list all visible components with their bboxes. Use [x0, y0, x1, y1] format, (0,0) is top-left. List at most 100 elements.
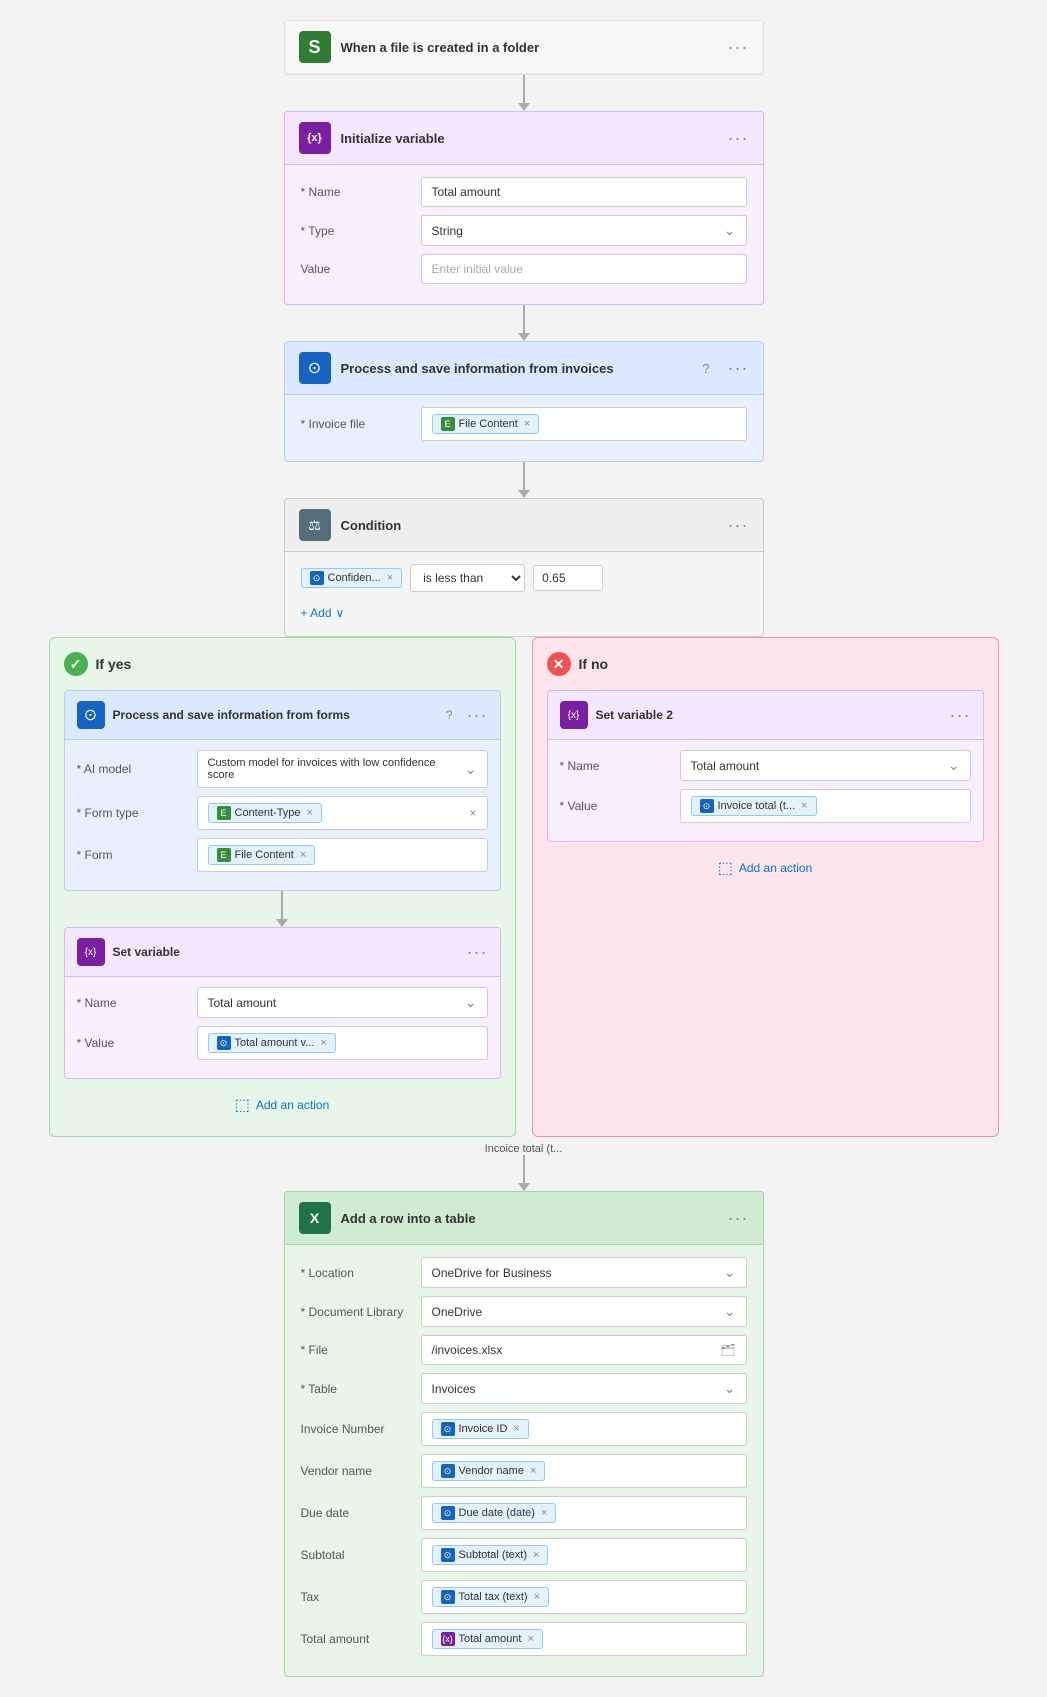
table-row-field: * Table Invoices [301, 1373, 747, 1404]
vendor-name-row: Vendor name ⊙ Vendor name × [301, 1454, 747, 1488]
subtotal-chip-close[interactable]: × [533, 1549, 539, 1561]
set-variable2-step: {x} Set variable 2 ··· * Name Total amou… [547, 690, 984, 842]
set-variable-body: * Name Total amount * Value ⊙ Total amou… [65, 977, 500, 1078]
branch-no-icon: ✕ [547, 652, 571, 676]
process-forms-header: ⊙ Process and save information from form… [65, 691, 500, 740]
init-variable-dots[interactable]: ··· [728, 128, 749, 149]
init-variable-title: Initialize variable [341, 131, 718, 146]
condition-step: ⚖ Condition ··· ⊙ Confiden... × is less … [284, 498, 764, 637]
set-var-name-input[interactable]: Total amount [197, 987, 488, 1018]
total-amount-input[interactable]: {x} Total amount × [421, 1622, 747, 1656]
value-label: Value [301, 262, 411, 276]
invoice-file-input[interactable]: E File Content × [421, 407, 747, 441]
arrow-1 [518, 75, 530, 111]
doc-library-input[interactable]: OneDrive [421, 1296, 747, 1327]
init-variable-icon: {x} [299, 122, 331, 154]
invoice-id-chip-close[interactable]: × [513, 1423, 519, 1435]
set-variable-step: {x} Set variable ··· * Name Total amount… [64, 927, 501, 1079]
add-row-dots[interactable]: ··· [728, 1208, 749, 1229]
form-label: * Form [77, 848, 187, 862]
process-invoices-dots[interactable]: ··· [728, 358, 749, 379]
condition-chip-close[interactable]: × [387, 572, 393, 584]
total-amount-v-chip-icon: ⊙ [217, 1036, 231, 1050]
set-variable-dots[interactable]: ··· [467, 942, 488, 963]
set-var-value-input[interactable]: ⊙ Total amount v... × [197, 1026, 488, 1060]
total-amount-v-chip-close[interactable]: × [320, 1037, 326, 1049]
type-input[interactable]: String [421, 215, 747, 246]
set-var2-value-input[interactable]: ⊙ Invoice total (t... × [680, 789, 971, 823]
form-input[interactable]: E File Content × [197, 838, 488, 872]
invoice-file-row: * Invoice file E File Content × [301, 407, 747, 441]
value-input[interactable]: Enter initial value [421, 254, 747, 284]
branch-yes-add-action[interactable]: ⬚ Add an action [64, 1095, 501, 1115]
form-type-input[interactable]: E Content-Type × × [197, 796, 488, 830]
condition-header: ⚖ Condition ··· [285, 499, 763, 552]
add-condition-btn[interactable]: + Add ∨ [301, 602, 345, 624]
condition-row: ⊙ Confiden... × is less than is greater … [301, 564, 747, 592]
name-label: * Name [301, 185, 411, 199]
set-variable-header: {x} Set variable ··· [65, 928, 500, 977]
vendor-name-label: Vendor name [301, 1464, 411, 1478]
total-amount-chip: {x} Total amount × [432, 1629, 543, 1649]
set-var-name-label: * Name [77, 996, 187, 1010]
subtotal-chip: ⊙ Subtotal (text) × [432, 1545, 549, 1565]
file-content-chip-close[interactable]: × [524, 418, 530, 430]
invoice-number-input[interactable]: ⊙ Invoice ID × [421, 1412, 747, 1446]
condition-operator[interactable]: is less than is greater than equals [410, 564, 525, 592]
total-amount-chip-close[interactable]: × [527, 1633, 533, 1645]
form-type-clear[interactable]: × [469, 806, 476, 820]
file-row: * File /invoices.xlsx 🗂 [301, 1335, 747, 1365]
form-type-label: * Form type [77, 806, 187, 820]
vendor-name-input[interactable]: ⊙ Vendor name × [421, 1454, 747, 1488]
set-var2-name-input[interactable]: Total amount [680, 750, 971, 781]
file-input[interactable]: /invoices.xlsx 🗂 [421, 1335, 747, 1365]
tax-input[interactable]: ⊙ Total tax (text) × [421, 1580, 747, 1614]
table-input[interactable]: Invoices [421, 1373, 747, 1404]
process-forms-icon: ⊙ [77, 701, 105, 729]
invoice-total-chip-close[interactable]: × [801, 800, 807, 812]
add-row-header: X Add a row into a table ··· [285, 1192, 763, 1245]
invoice-file-label: * Invoice file [301, 417, 411, 431]
name-input[interactable]: Total amount [421, 177, 747, 207]
tax-row: Tax ⊙ Total tax (text) × [301, 1580, 747, 1614]
tax-chip-close[interactable]: × [534, 1591, 540, 1603]
condition-value[interactable] [533, 565, 603, 591]
location-input[interactable]: OneDrive for Business [421, 1257, 747, 1288]
subtotal-row: Subtotal ⊙ Subtotal (text) × [301, 1538, 747, 1572]
condition-title: Condition [341, 518, 718, 533]
total-amount-v-chip: ⊙ Total amount v... × [208, 1033, 336, 1053]
process-invoices-help[interactable]: ? [702, 361, 709, 376]
form-file-content-chip-icon: E [217, 848, 231, 862]
content-type-chip-icon: E [217, 806, 231, 820]
form-type-row: * Form type E Content-Type × × [77, 796, 488, 830]
process-forms-dots[interactable]: ··· [467, 705, 488, 726]
due-date-chip: ⊙ Due date (date) × [432, 1503, 557, 1523]
trigger-title: When a file is created in a folder [341, 40, 718, 55]
branch-no-add-action[interactable]: ⬚ Add an action [547, 858, 984, 878]
set-variable2-dots[interactable]: ··· [950, 705, 971, 726]
set-variable-title: Set variable [113, 945, 459, 959]
ai-model-input[interactable]: Custom model for invoices with low confi… [197, 750, 488, 788]
branch-yes-icon: ✓ [64, 652, 88, 676]
due-date-chip-close[interactable]: × [541, 1507, 547, 1519]
set-var-name-row: * Name Total amount [77, 987, 488, 1018]
content-type-chip-close[interactable]: × [307, 807, 313, 819]
ai-model-row: * AI model Custom model for invoices wit… [77, 750, 488, 788]
form-file-content-chip-close[interactable]: × [300, 849, 306, 861]
trigger-dots[interactable]: ··· [728, 37, 749, 58]
process-invoices-title: Process and save information from invoic… [341, 361, 693, 376]
vendor-name-chip-close[interactable]: × [530, 1465, 536, 1477]
invoice-id-chip: ⊙ Invoice ID × [432, 1419, 529, 1439]
total-amount-chip-icon: {x} [441, 1632, 455, 1646]
due-date-input[interactable]: ⊙ Due date (date) × [421, 1496, 747, 1530]
branch-no: ✕ If no {x} Set variable 2 ··· * Name To… [532, 637, 999, 1137]
process-forms-help[interactable]: ? [446, 708, 453, 722]
condition-dots[interactable]: ··· [728, 515, 749, 536]
subtotal-input[interactable]: ⊙ Subtotal (text) × [421, 1538, 747, 1572]
init-variable-body: * Name Total amount * Type String Value … [285, 165, 763, 304]
value-field-row: Value Enter initial value [301, 254, 747, 284]
invoice-total-chip: ⊙ Invoice total (t... × [691, 796, 817, 816]
set-var2-value-row: * Value ⊙ Invoice total (t... × [560, 789, 971, 823]
invoice-number-label: Invoice Number [301, 1422, 411, 1436]
init-variable-step: {x} Initialize variable ··· * Name Total… [284, 111, 764, 305]
